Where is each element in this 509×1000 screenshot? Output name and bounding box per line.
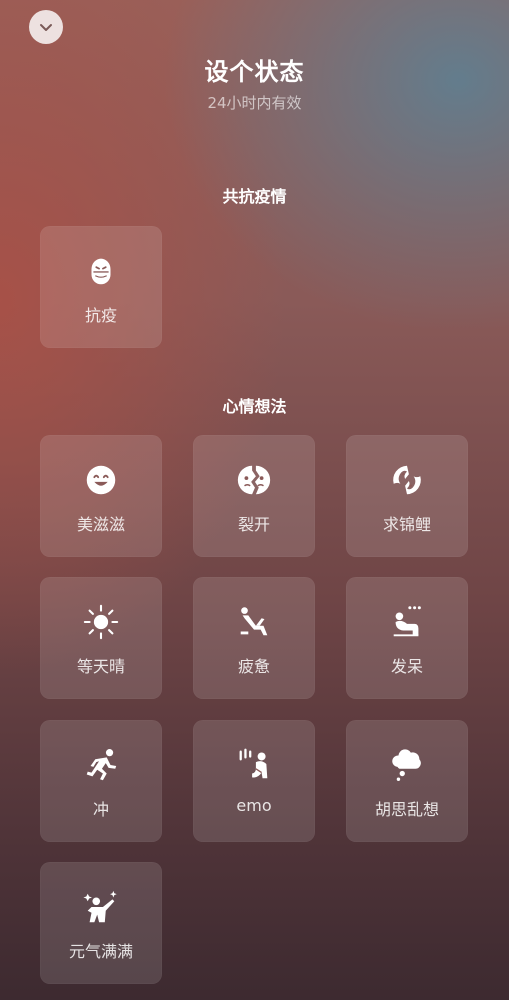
status-label: 抗疫 [84, 306, 117, 325]
status-label: 冲 [92, 800, 109, 819]
status-label: emo [236, 796, 272, 815]
thought-cloud-icon [392, 749, 421, 781]
status-tile-tired[interactable]: 疲惫 [193, 577, 315, 699]
status-label: 裂开 [237, 515, 270, 534]
section-title-mood: 心情想法 [222, 397, 287, 416]
sun-icon [83, 604, 119, 640]
status-label: 等天晴 [76, 657, 125, 676]
daze-person-icon [393, 606, 421, 637]
status-label: 求锦鲤 [382, 515, 431, 534]
status-label: 元气满满 [68, 942, 133, 961]
status-tile-energetic[interactable]: 元气满满 [40, 862, 162, 984]
status-tile-happy[interactable]: 美滋滋 [40, 435, 162, 557]
section-title-antiepidemic: 共抗疫情 [222, 187, 287, 206]
status-tile-antiepidemic[interactable]: 抗疫 [40, 226, 162, 348]
mask-face-icon [91, 258, 111, 285]
sad-person-icon [239, 748, 268, 779]
status-label: 疲惫 [237, 657, 270, 676]
energetic-person-icon [83, 890, 117, 923]
cracked-face-icon [237, 465, 271, 495]
running-person-icon [86, 749, 117, 781]
koi-fish-icon [393, 465, 421, 495]
collapse-button[interactable] [29, 10, 63, 44]
status-tile-emo[interactable]: emo [193, 720, 315, 842]
status-tile-daze[interactable]: 发呆 [346, 577, 468, 699]
status-tile-koi[interactable]: 求锦鲤 [346, 435, 468, 557]
status-label: 美滋滋 [76, 515, 125, 534]
status-tile-charge[interactable]: 冲 [40, 720, 162, 842]
status-tile-overthinking[interactable]: 胡思乱想 [346, 720, 468, 842]
page-subtitle: 24小时内有效 [207, 94, 302, 112]
status-tile-sunny[interactable]: 等天晴 [40, 577, 162, 699]
status-label: 发呆 [390, 657, 423, 676]
status-label: 胡思乱想 [374, 800, 439, 819]
smile-face-icon [86, 465, 116, 495]
status-tile-cracked[interactable]: 裂开 [193, 435, 315, 557]
chevron-down-icon [40, 24, 52, 31]
page-title: 设个状态 [204, 58, 305, 86]
tired-person-icon [240, 607, 268, 636]
